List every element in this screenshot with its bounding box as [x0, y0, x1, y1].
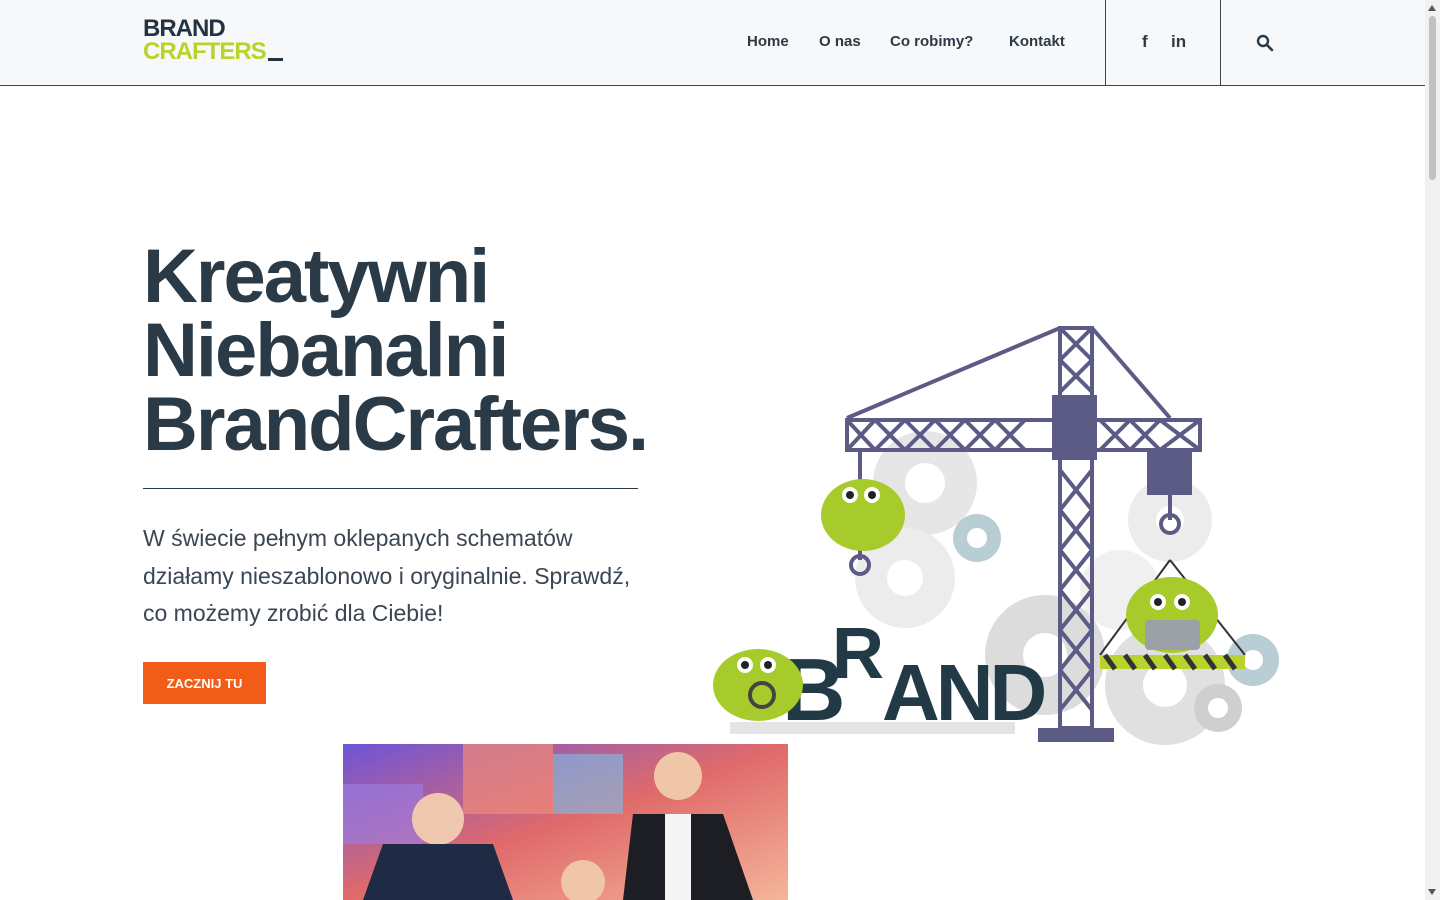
nav-item-home[interactable]: Home [747, 33, 789, 50]
crane-cab [1052, 395, 1097, 460]
headline-line-2: Niebanalni [143, 308, 509, 393]
linkedin-icon[interactable]: in [1171, 32, 1186, 52]
crane-base [1038, 728, 1114, 742]
page-scrollbar[interactable] [1425, 0, 1440, 900]
scroll-up-arrow-icon[interactable] [1428, 5, 1436, 11]
logo-underscore [267, 57, 283, 61]
hero-divider [143, 488, 638, 489]
brand-letter-r: R [832, 614, 884, 694]
nav-item-co-robimy[interactable]: Co robimy? [890, 33, 973, 50]
logo-line-2: CRAFTERS [143, 37, 267, 65]
team-photo [343, 744, 788, 900]
laptop-icon [1145, 620, 1200, 650]
nav-item-o-nas[interactable]: O nas [819, 33, 861, 50]
header-divider-left [1105, 0, 1106, 85]
scroll-down-arrow-icon[interactable] [1428, 889, 1436, 895]
start-here-button[interactable]: ZACZNIJ TU [143, 662, 266, 704]
mascot-hanging [821, 479, 905, 551]
site-header: BRAND CRAFTERS Home O nas Co robimy? Kon… [0, 0, 1425, 86]
facebook-icon[interactable]: f [1142, 32, 1148, 52]
scroll-thumb[interactable] [1429, 16, 1436, 180]
crane-illustration: B R AND [713, 326, 1279, 745]
mascot-left [713, 649, 803, 721]
header-divider-right [1220, 0, 1221, 85]
mascot-platform [1126, 577, 1218, 653]
letters-base [730, 722, 1015, 734]
crane-trolley [1147, 450, 1192, 495]
brandcrafters-logo[interactable]: BRAND CRAFTERS [143, 17, 283, 65]
nav-item-kontakt[interactable]: Kontakt [1009, 33, 1065, 50]
hero-description: W świecie pełnym oklepanych schematów dz… [143, 525, 631, 626]
headline-line-3: BrandCrafters. [143, 382, 649, 467]
search-icon[interactable] [1256, 34, 1274, 52]
headline-line-1: Kreatywni [143, 234, 490, 319]
hero-headline: Kreatywni Niebanalni BrandCrafters. [143, 234, 649, 467]
